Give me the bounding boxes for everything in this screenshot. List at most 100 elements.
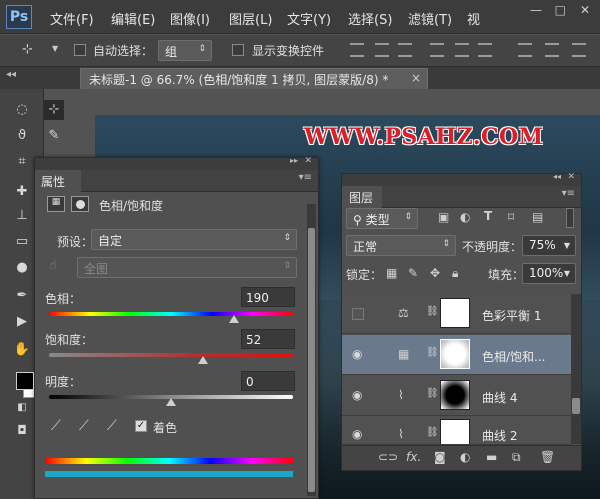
lasso-tool-icon[interactable]: ϑ: [12, 126, 32, 146]
eraser-tool-icon[interactable]: ▭: [12, 232, 32, 252]
adjustment-icon[interactable]: ◐: [460, 450, 470, 464]
align-vcenter-icon[interactable]: [375, 43, 389, 57]
close-tab-icon[interactable]: ×: [411, 71, 421, 85]
panel-menu-icon[interactable]: ▾≡: [562, 188, 575, 199]
trash-icon[interactable]: 🗑︎: [540, 450, 555, 464]
new-layer-icon[interactable]: ⧉: [512, 450, 521, 465]
channel-dropdown[interactable]: 全图 ⇕: [77, 257, 297, 278]
healing-brush-icon[interactable]: ✚: [12, 182, 32, 202]
layer-mask-thumbnail[interactable]: [440, 339, 470, 369]
quick-mask-icon[interactable]: ◘: [12, 420, 32, 440]
layers-panel-header[interactable]: ◂◂ ✕: [342, 172, 581, 186]
pen-tool-icon[interactable]: ✒: [12, 286, 32, 306]
chain-link-icon[interactable]: ⛓: [426, 347, 439, 358]
layer-row[interactable]: ◉ ⌇ ⛓ 曲线 4: [342, 376, 571, 416]
blur-tool-icon[interactable]: ●: [12, 258, 32, 278]
fx-icon[interactable]: fx.: [406, 450, 421, 464]
folder-icon[interactable]: ▬: [486, 450, 497, 464]
lightness-slider-thumb[interactable]: [166, 398, 176, 406]
eye-icon[interactable]: ◉: [352, 427, 362, 441]
close-button[interactable]: ✕: [580, 3, 590, 17]
distribute-bottom-icon[interactable]: [572, 43, 586, 57]
layer-row[interactable]: ◉ ▦ ⛓ 色相/饱和...: [342, 335, 571, 375]
align-top-icon[interactable]: [350, 43, 364, 57]
fill-input[interactable]: 100% ▼: [522, 263, 576, 284]
colorize-checkbox[interactable]: ✓: [135, 420, 147, 432]
collapse-icon[interactable]: ◂◂: [6, 69, 16, 80]
foreground-color-swatch[interactable]: [16, 372, 34, 390]
layer-row[interactable]: ◉ ⌇ ⛓ 曲线 2: [342, 417, 571, 445]
auto-select-dropdown[interactable]: 组 ⇕: [158, 40, 212, 61]
mask-icon[interactable]: ◙: [434, 450, 446, 464]
move-tool-icon[interactable]: ⊹: [22, 42, 33, 57]
layers-scrollbar[interactable]: [571, 294, 581, 444]
menu-edit[interactable]: 编辑(E): [111, 9, 155, 28]
opacity-input[interactable]: 75% ▼: [522, 235, 576, 256]
eye-icon[interactable]: ◉: [352, 347, 362, 361]
lock-all-icon[interactable]: 🔒︎: [452, 266, 458, 281]
chain-link-icon[interactable]: ⛓: [426, 427, 439, 438]
lock-pixels-icon[interactable]: ✎: [408, 266, 418, 280]
marquee-tool-icon[interactable]: ◌: [12, 100, 32, 120]
hue-slider-track[interactable]: [49, 312, 293, 316]
lock-position-icon[interactable]: ✥: [430, 266, 440, 280]
layer-name[interactable]: 曲线 4: [482, 389, 517, 406]
visibility-toggle-hidden[interactable]: [352, 308, 364, 320]
layer-mask-thumbnail[interactable]: [440, 419, 470, 444]
collapse-panel-icon[interactable]: ◂◂: [553, 172, 561, 181]
saturation-slider-thumb[interactable]: [197, 356, 208, 364]
layer-name[interactable]: 曲线 2: [482, 427, 517, 444]
tab-properties[interactable]: 属性: [35, 170, 81, 192]
lock-transparent-icon[interactable]: ▦: [386, 266, 397, 280]
crop-tool-icon[interactable]: ⌗: [12, 152, 32, 172]
tab-layers[interactable]: 图层: [342, 186, 382, 208]
path-select-tool-icon[interactable]: ▶: [12, 312, 32, 332]
chain-link-icon[interactable]: ⛓: [426, 306, 439, 317]
properties-scrollbar-thumb[interactable]: [308, 228, 315, 492]
align-right-icon[interactable]: [478, 43, 492, 57]
menu-layer[interactable]: 图层(L): [229, 9, 272, 28]
layer-mask-thumbnail[interactable]: [440, 380, 470, 410]
eyedropper-add-icon[interactable]: ⟋: [79, 418, 89, 434]
menu-file[interactable]: 文件(F): [50, 9, 94, 28]
preset-dropdown[interactable]: 自定 ⇕: [91, 229, 297, 250]
quick-select-tool-icon[interactable]: ✎: [44, 126, 64, 146]
saturation-value-input[interactable]: 52: [241, 329, 295, 349]
maximize-button[interactable]: □: [555, 3, 566, 17]
minimize-button[interactable]: —: [530, 3, 542, 17]
filter-pixel-icon[interactable]: ▣: [438, 210, 449, 224]
document-tab[interactable]: 未标题-1 @ 66.7% (色相/饱和度 1 拷贝, 图层蒙版/8) * ×: [80, 68, 428, 89]
filter-shape-icon[interactable]: ⌑: [508, 210, 514, 224]
layer-filter-dropdown[interactable]: ⚲ 类型 ⇕: [346, 208, 418, 229]
lightness-value-input[interactable]: 0: [241, 371, 295, 391]
align-bottom-icon[interactable]: [398, 43, 412, 57]
saturation-slider-track[interactable]: [49, 353, 293, 357]
filter-smart-object-icon[interactable]: ▤: [532, 210, 543, 224]
align-hcenter-icon[interactable]: [455, 43, 469, 57]
layer-row[interactable]: ⚖ ⛓ 色彩平衡 1: [342, 294, 571, 334]
chevron-down-icon[interactable]: ▼: [52, 44, 58, 53]
eye-icon[interactable]: ◉: [352, 388, 362, 402]
clone-stamp-icon[interactable]: ⊥: [12, 206, 32, 226]
auto-select-checkbox[interactable]: [74, 44, 86, 56]
menu-view[interactable]: 视: [467, 9, 480, 28]
panel-menu-icon[interactable]: ▾≡: [299, 172, 312, 183]
menu-select[interactable]: 选择(S): [348, 9, 392, 28]
default-colors-icon[interactable]: ◧: [12, 398, 32, 418]
properties-scrollbar[interactable]: [307, 204, 316, 496]
distribute-vcenter-icon[interactable]: [545, 43, 559, 57]
menu-filter[interactable]: 滤镜(T): [408, 9, 452, 28]
filter-adjustment-icon[interactable]: ◐: [460, 210, 470, 224]
align-left-icon[interactable]: [430, 43, 444, 57]
layer-mask-thumbnail[interactable]: [440, 298, 470, 328]
eyedropper-subtract-icon[interactable]: ⟋: [107, 418, 117, 434]
menu-image[interactable]: 图像(I): [170, 9, 210, 28]
hue-slider-thumb[interactable]: [229, 315, 240, 323]
eyedropper-icon[interactable]: ⟋: [51, 418, 61, 434]
properties-panel-header[interactable]: ▸▸ ✕: [35, 156, 318, 170]
close-panel-icon[interactable]: ✕: [304, 156, 312, 166]
filter-type-icon[interactable]: T: [484, 209, 492, 223]
show-transform-checkbox[interactable]: [232, 44, 244, 56]
close-panel-icon[interactable]: ✕: [567, 172, 575, 182]
menu-type[interactable]: 文字(Y): [287, 9, 331, 28]
